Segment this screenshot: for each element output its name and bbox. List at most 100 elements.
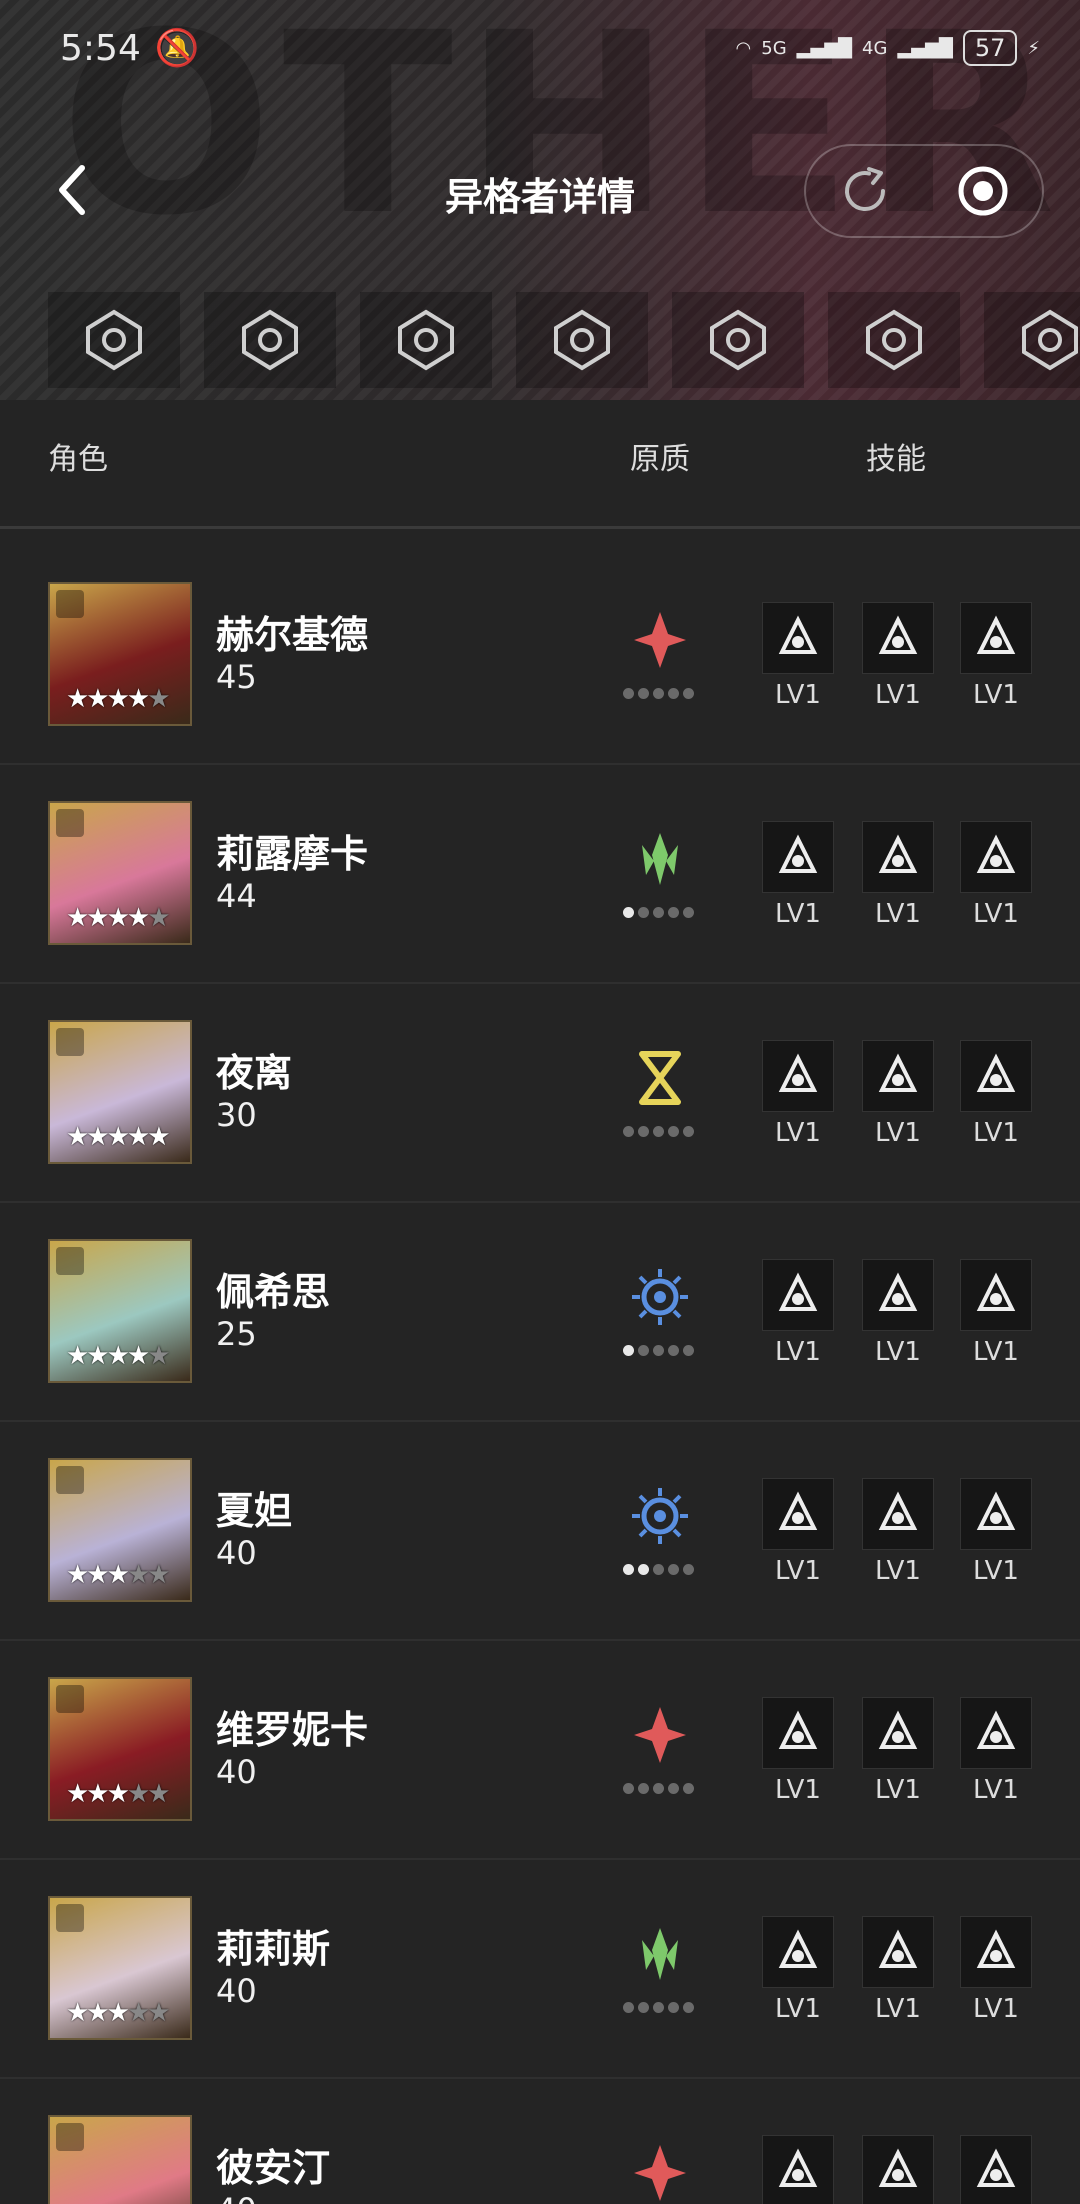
character-row[interactable]: ★★★★★ 夜离 30 LV1 LV1 LV1 — [0, 984, 1080, 1203]
character-row[interactable]: ★★★★★ 佩希思 25 LV1 LV1 LV1 — [0, 1203, 1080, 1422]
awakening-dot — [623, 1564, 634, 1575]
awakening-dot — [638, 688, 649, 699]
skill-slot[interactable]: LV1 — [960, 1259, 1032, 1367]
star-rating: ★★★★★ — [66, 1560, 171, 1590]
skill-slot[interactable]: LV1 — [862, 1478, 934, 1586]
mini-program-capsule — [804, 144, 1044, 238]
skill-slot[interactable]: LV1 — [960, 602, 1032, 710]
skill-slot[interactable]: LV1 — [862, 602, 934, 710]
star-rating: ★★★★★ — [66, 1341, 171, 1371]
faction-tab-5[interactable] — [672, 292, 804, 388]
character-name: 彼安汀 — [216, 2146, 331, 2190]
charging-icon: ⚡ — [1027, 37, 1040, 59]
faction-tab-1[interactable] — [48, 292, 180, 388]
skill-slot[interactable]: LV1 — [862, 1916, 934, 2024]
faction-badge-icon — [56, 1904, 84, 1932]
attribute-green-icon — [628, 827, 692, 891]
character-row[interactable]: ★★★★★ 维罗妮卡 40 LV1 LV1 LV1 — [0, 1641, 1080, 1860]
skill-icon — [762, 1478, 834, 1550]
skill-slot[interactable]: LV1 — [762, 821, 834, 929]
skill-icon — [960, 1259, 1032, 1331]
faction-badge-icon — [56, 1466, 84, 1494]
skill-icon — [762, 1697, 834, 1769]
awakening-dot — [653, 1345, 664, 1356]
character-row[interactable]: ★★★★★ 彼安汀40 LV1 LV1 LV1 — [0, 2079, 1080, 2204]
signal-4g-label: 4G — [862, 37, 888, 59]
awakening-dot — [668, 1126, 679, 1137]
character-portrait[interactable]: ★★★★★ — [48, 1239, 192, 1383]
faction-tab-2[interactable] — [204, 292, 336, 388]
skill-level: LV1 — [775, 899, 821, 929]
skill-slot[interactable]: LV1 — [862, 1259, 934, 1367]
awakening-dot — [623, 1783, 634, 1794]
skill-slot[interactable]: LV1 — [960, 821, 1032, 929]
skill-level: LV1 — [973, 899, 1019, 929]
status-bar: 5:54 🔕 ◠ 5G ▂▄▆█ 4G ▂▄▆█ 57 ⚡ — [60, 24, 1040, 72]
star-rating: ★★★★★ — [66, 1779, 171, 1809]
character-row[interactable]: ★★★★★ 莉莉斯 40 LV1 LV1 LV1 — [0, 1860, 1080, 2079]
skill-slot[interactable]: LV1 — [960, 1697, 1032, 1805]
skill-slot[interactable]: LV1 — [762, 1478, 834, 1586]
skill-slot[interactable]: LV1 — [862, 821, 934, 929]
skill-slot[interactable]: LV1 — [960, 1916, 1032, 2024]
faction-tab-6[interactable] — [828, 292, 960, 388]
skill-slot[interactable]: LV1 — [960, 1478, 1032, 1586]
awakening-dot — [653, 2002, 664, 2013]
faction-badge-icon — [56, 1247, 84, 1275]
awakening-dot — [668, 1345, 679, 1356]
skill-level: LV1 — [973, 1337, 1019, 1367]
faction-badge-icon — [56, 590, 84, 618]
skill-slot[interactable]: LV1 — [960, 1040, 1032, 1148]
faction-tabs — [0, 292, 1080, 388]
skill-slot[interactable]: LV1 — [762, 1040, 834, 1148]
character-portrait[interactable]: ★★★★★ — [48, 2115, 192, 2204]
character-name: 赫尔基德 — [216, 613, 369, 657]
refresh-icon — [845, 167, 886, 212]
awakening-dot — [623, 2002, 634, 2013]
skill-slot[interactable]: LV1 — [862, 1697, 934, 1805]
skill-slot[interactable]: LV1 — [762, 602, 834, 710]
awakening-dot — [653, 1126, 664, 1137]
awakening-dot — [638, 2002, 649, 2013]
faction-badge-icon — [56, 809, 84, 837]
awakening-dot — [668, 1564, 679, 1575]
faction-tab-3[interactable] — [360, 292, 492, 388]
awakening-dot — [683, 907, 694, 918]
character-portrait[interactable]: ★★★★★ — [48, 1458, 192, 1602]
faction-tab-7[interactable] — [984, 292, 1080, 388]
skill-level: LV1 — [775, 680, 821, 710]
skill-slot[interactable]: LV1 — [762, 1259, 834, 1367]
faction-3-icon — [398, 309, 454, 371]
skill-slot[interactable]: LV1 — [762, 2135, 834, 2204]
skill-level: LV1 — [875, 1118, 921, 1148]
awakening-dot — [623, 907, 634, 918]
skill-slot[interactable]: LV1 — [762, 1697, 834, 1805]
skill-icon — [862, 2135, 934, 2204]
skill-slot[interactable]: LV1 — [862, 2135, 934, 2204]
skill-slot[interactable]: LV1 — [862, 1040, 934, 1148]
skill-level: LV1 — [775, 1775, 821, 1805]
skill-level: LV1 — [875, 899, 921, 929]
awakening-dots — [623, 688, 694, 699]
character-portrait[interactable]: ★★★★★ — [48, 801, 192, 945]
refresh-button[interactable] — [806, 144, 924, 238]
faction-tab-4[interactable] — [516, 292, 648, 388]
faction-4-icon — [554, 309, 610, 371]
character-portrait[interactable]: ★★★★★ — [48, 582, 192, 726]
attribute-yellow-icon — [628, 1046, 692, 1110]
skill-icon — [862, 1916, 934, 1988]
character-row[interactable]: ★★★★★ 赫尔基德 45 LV1 LV1 LV1 — [0, 546, 1080, 765]
character-portrait[interactable]: ★★★★★ — [48, 1677, 192, 1821]
skill-slot[interactable]: LV1 — [960, 2135, 1032, 2204]
skill-icon — [960, 602, 1032, 674]
character-level: 44 — [216, 877, 257, 915]
character-row[interactable]: ★★★★★ 夏妲 40 LV1 LV1 LV1 — [0, 1422, 1080, 1641]
character-row[interactable]: ★★★★★ 莉露摩卡 44 LV1 LV1 LV1 — [0, 765, 1080, 984]
skill-icon — [862, 1697, 934, 1769]
character-portrait[interactable]: ★★★★★ — [48, 1020, 192, 1164]
close-button[interactable] — [924, 144, 1042, 238]
skill-slot[interactable]: LV1 — [762, 1916, 834, 2024]
attribute-red-icon — [628, 1703, 692, 1767]
character-portrait[interactable]: ★★★★★ — [48, 1896, 192, 2040]
star-rating: ★★★★★ — [66, 1998, 171, 2028]
